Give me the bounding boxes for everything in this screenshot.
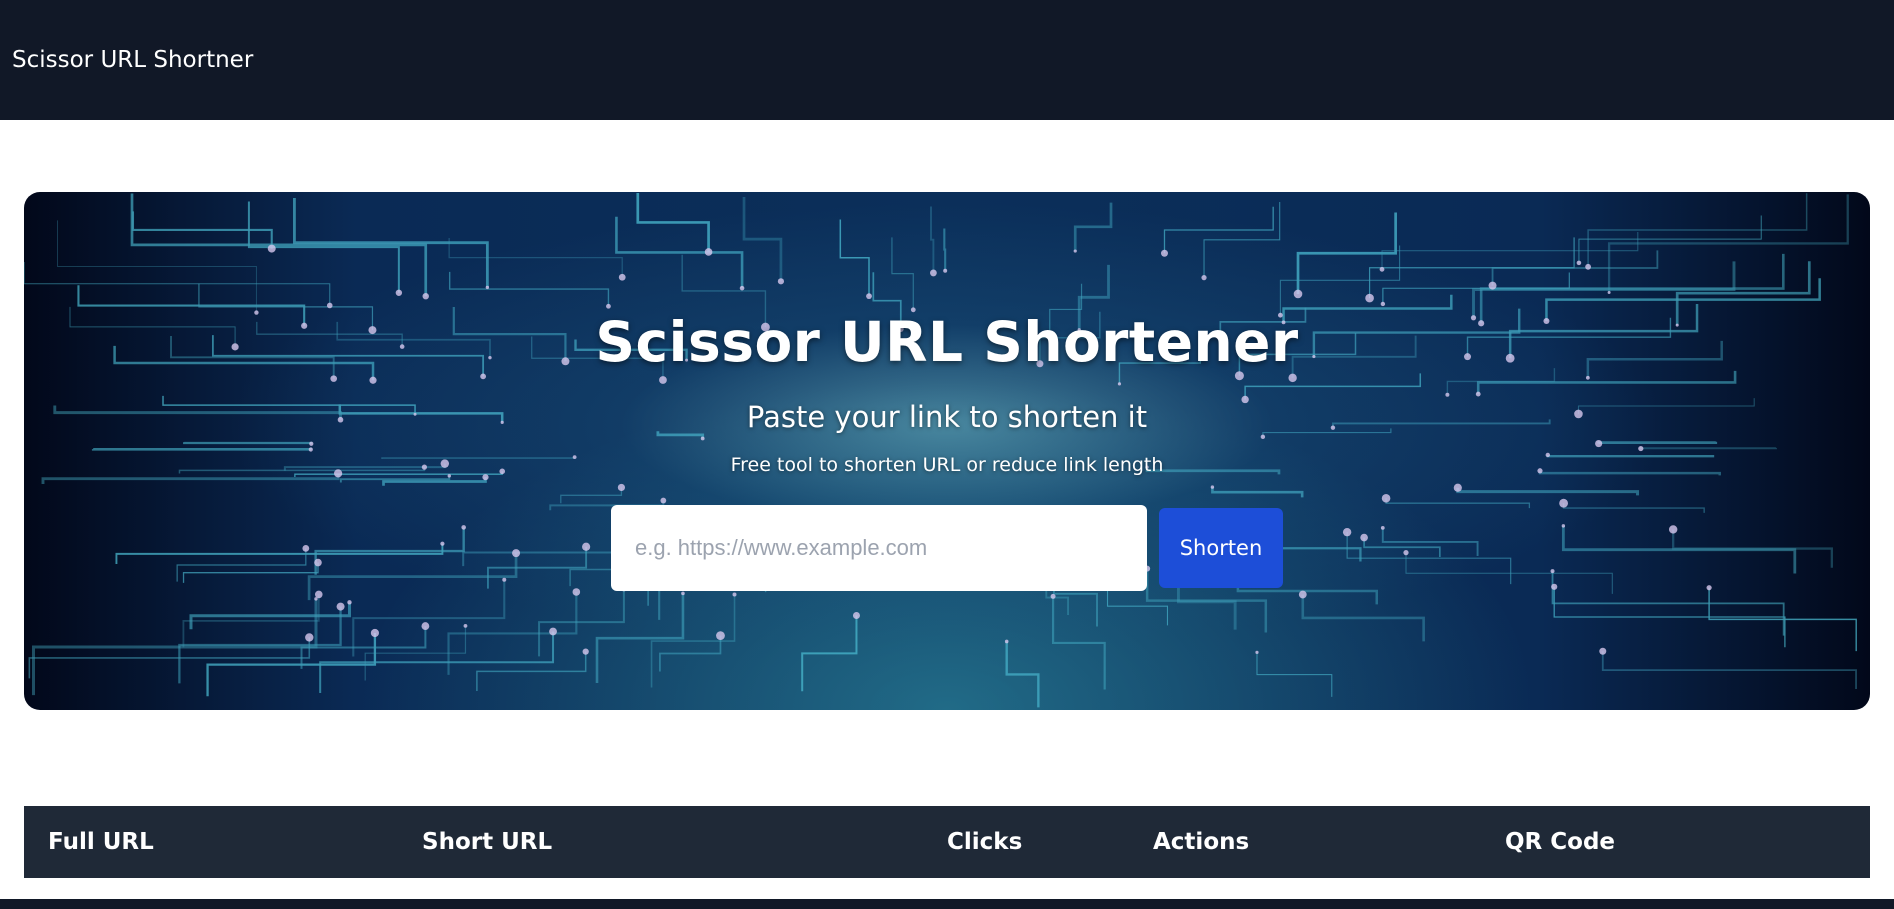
- shorten-button[interactable]: Shorten: [1159, 508, 1283, 588]
- column-header-short-url: Short URL: [422, 829, 553, 855]
- hero-subtitle: Paste your link to shorten it: [746, 400, 1148, 434]
- navbar: Scissor URL Shortner: [0, 0, 1894, 120]
- hero-content: Scissor URL Shortener Paste your link to…: [24, 192, 1870, 710]
- table-body-edge: [0, 899, 1894, 909]
- column-header-qr-code: QR Code: [1505, 829, 1616, 855]
- hero-title: Scissor URL Shortener: [595, 310, 1299, 374]
- column-header-clicks: Clicks: [947, 829, 1023, 855]
- column-header-full-url: Full URL: [48, 829, 154, 855]
- hero-description: Free tool to shorten URL or reduce link …: [730, 454, 1164, 476]
- links-table-header: Full URL Short URL Clicks Actions QR Cod…: [24, 806, 1870, 878]
- column-header-actions: Actions: [1153, 829, 1250, 855]
- url-input[interactable]: [611, 505, 1147, 591]
- hero-banner: Scissor URL Shortener Paste your link to…: [24, 192, 1870, 710]
- brand-link[interactable]: Scissor URL Shortner: [12, 47, 253, 73]
